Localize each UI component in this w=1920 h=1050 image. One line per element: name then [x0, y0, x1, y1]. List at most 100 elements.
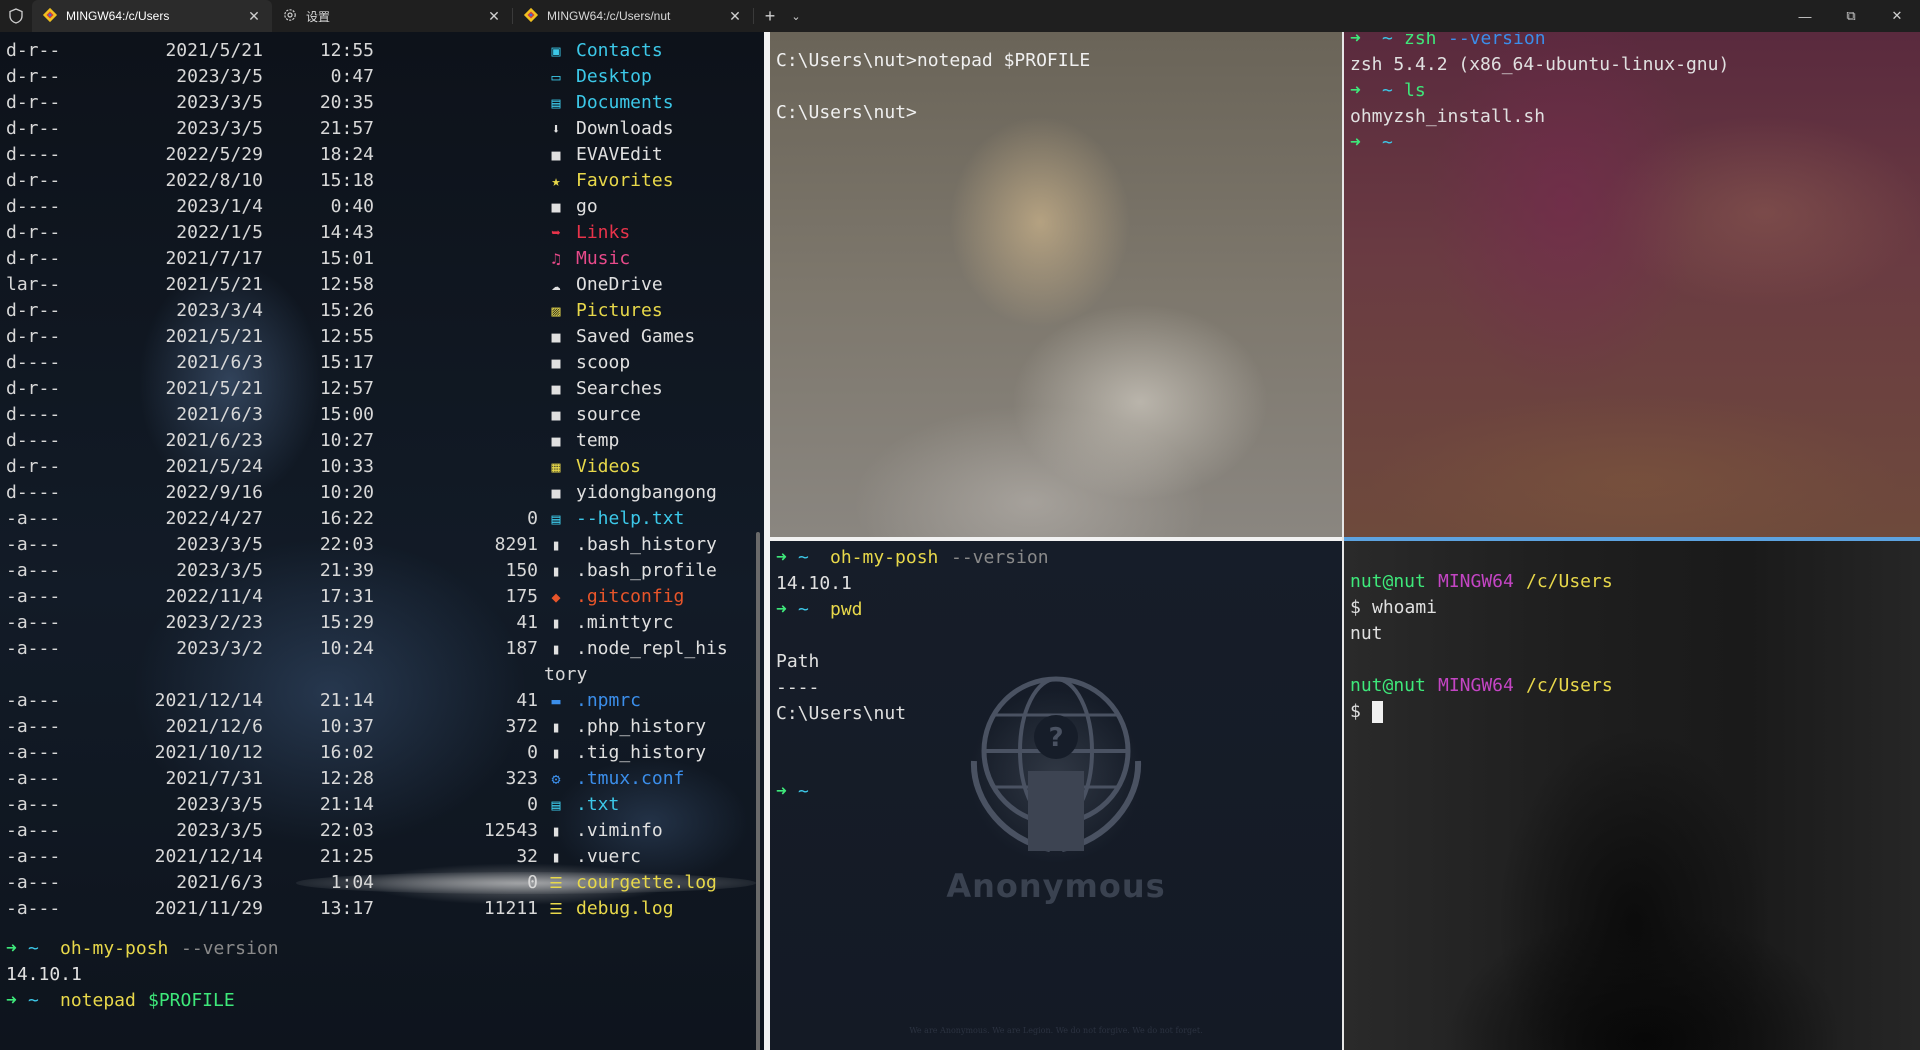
file-name: .bash_profile	[576, 560, 717, 581]
close-icon[interactable]: ✕	[246, 8, 262, 25]
prompt-line: ➜ ~ zsh --version	[1350, 32, 1914, 52]
terminal-pane-left[interactable]: d-r-- 2021/5/21 12:55 ▣ Contacts d-r-- 2023/3/…	[0, 32, 764, 1050]
file-name: Music	[576, 248, 631, 269]
prompt-user: nut@nut	[1350, 675, 1426, 696]
date-cell: 2022/1/5	[176, 222, 263, 243]
powershell-output: ➜ ~ oh-my-posh --version 14.10.1 ➜ ~ pwd…	[776, 545, 1336, 1050]
command-line[interactable]: $	[1350, 699, 1914, 725]
prompt-home: ~	[1382, 32, 1393, 49]
prompt-arrow: ➜	[1350, 132, 1361, 153]
prompt-symbol: $	[1350, 701, 1361, 722]
close-icon[interactable]: ✕	[727, 8, 743, 25]
command-text: oh-my-posh	[60, 938, 169, 959]
list-item: -a--- 2023/3/5 21:39 150 ▮ .bash_profile	[6, 558, 758, 584]
date-cell: 2021/12/14	[154, 846, 263, 867]
list-item: d---- 2021/6/3 15:17 ■ scoop	[6, 350, 758, 376]
output-line: C:\Users\nut>	[776, 102, 917, 123]
file-icon: ▮	[551, 640, 561, 658]
list-item: -a--- 2021/12/14 21:14 41 ▬ .npmrc	[6, 688, 758, 714]
mode-cell: -a---	[6, 742, 61, 763]
list-item: lar-- 2021/5/21 12:58 ☁ OneDrive	[6, 272, 758, 298]
output-line: zsh 5.4.2 (x86_64-ubuntu-linux-gnu)	[1350, 52, 1914, 78]
size-cell: 12543	[483, 820, 538, 841]
time-cell: 15:18	[319, 170, 374, 191]
time-cell: 22:03	[319, 820, 374, 841]
text-cursor	[1372, 701, 1383, 723]
close-icon[interactable]: ✕	[486, 8, 502, 25]
mode-cell: d----	[6, 352, 61, 373]
prompt-line: ➜ ~ notepad $PROFILE	[6, 988, 758, 1014]
close-window-button[interactable]: ✕	[1874, 0, 1920, 32]
prompt-line: ➜ ~ ls	[1350, 78, 1914, 104]
date-cell: 2021/5/24	[165, 456, 263, 477]
prompt-line: ➜ ~	[1350, 130, 1914, 156]
output-line: nut	[1350, 621, 1914, 647]
size-cell: 0	[527, 742, 538, 763]
time-cell: 17:31	[319, 586, 374, 607]
prompt-arrow: ➜	[1350, 32, 1361, 49]
time-cell: 15:29	[319, 612, 374, 633]
tab-dropdown-button[interactable]: ⌄	[786, 0, 806, 32]
output-line: Path	[776, 649, 1336, 675]
command-argument: --version	[1448, 32, 1546, 49]
size-cell: 11211	[483, 898, 538, 919]
desktop-icon: ▭	[551, 68, 561, 86]
shield-icon[interactable]	[0, 0, 32, 32]
file-name: .minttyrc	[576, 612, 674, 633]
maximize-button[interactable]: ⧉	[1828, 0, 1874, 32]
file-icon: ▮	[551, 718, 561, 736]
gear-icon	[282, 7, 298, 26]
text-file-icon: ▤	[551, 796, 561, 814]
minimize-button[interactable]: —	[1782, 0, 1828, 32]
size-cell: 175	[505, 586, 538, 607]
folder-icon: ■	[551, 328, 561, 346]
mode-cell: d----	[6, 144, 61, 165]
output-line: ----	[776, 675, 1336, 701]
command-text: ls	[1404, 80, 1426, 101]
date-cell: 2021/6/23	[165, 430, 263, 451]
date-cell: 2023/3/5	[176, 92, 263, 113]
command-text: notepad	[60, 990, 136, 1011]
prompt-arrow: ➜	[1350, 80, 1361, 101]
mode-cell: d-r--	[6, 326, 61, 347]
prompt-arrow: ➜	[776, 781, 787, 802]
tab-bar: MINGW64:/c/Users ✕ 设置 ✕ MINGW64:/c/Users…	[0, 0, 1920, 32]
list-item: d-r-- 2021/7/17 15:01 ♫ Music	[6, 246, 758, 272]
time-cell: 16:22	[319, 508, 374, 529]
terminal-pane-powershell[interactable]: ? Anonymous We are Anonymous. We are Leg…	[770, 541, 1342, 1050]
list-item: -a--- 2021/10/12 16:02 0 ▮ .tig_history	[6, 740, 758, 766]
tab-title: MINGW64:/c/Users	[66, 9, 170, 23]
file-name: Downloads	[576, 118, 674, 139]
tab-mingw64-users[interactable]: MINGW64:/c/Users ✕	[32, 0, 272, 32]
prompt-arrow: ➜	[6, 990, 17, 1011]
tab-mingw64-users-nut[interactable]: MINGW64:/c/Users/nut ✕	[513, 0, 753, 32]
prompt-dir: /c/Users	[1526, 675, 1613, 696]
command-line: $ whoami	[1350, 595, 1914, 621]
time-cell: 21:39	[319, 560, 374, 581]
table-header: Path	[776, 651, 820, 672]
date-cell: 2021/5/21	[165, 378, 263, 399]
terminal-pane-cmd[interactable]: C:\Users\nut>notepad $PROFILE C:\Users\n…	[770, 32, 1342, 537]
terminal-pane-gitbash[interactable]: nut@nut MINGW64 /c/Users $ whoami nut nu…	[1344, 541, 1920, 1050]
mode-cell: -a---	[6, 560, 61, 581]
prompt-user: nut@nut	[1350, 571, 1426, 592]
new-tab-button[interactable]: +	[754, 0, 786, 32]
list-item: d-r-- 2021/5/21 12:55 ■ Saved Games	[6, 324, 758, 350]
title-drag-area[interactable]	[806, 0, 1782, 32]
prompt-home: ~	[798, 547, 809, 568]
size-cell: 32	[516, 846, 538, 867]
file-name: Saved Games	[576, 326, 696, 347]
size-cell: 372	[505, 716, 538, 737]
tab-settings[interactable]: 设置 ✕	[272, 0, 512, 32]
list-item: -a--- 2021/6/3 1:04 0 ☰ courgette.log	[6, 870, 758, 896]
file-name: Searches	[576, 378, 663, 399]
contacts-icon: ▣	[551, 42, 561, 60]
prompt-line: nut@nut MINGW64 /c/Users	[1350, 673, 1914, 699]
favorites-folder-icon: ★	[551, 172, 561, 190]
mode-cell: -a---	[6, 846, 61, 867]
time-cell: 20:35	[319, 92, 374, 113]
scrollbar[interactable]	[756, 532, 760, 1050]
terminal-pane-zsh[interactable]: ➜ ~ zsh --version zsh 5.4.2 (x86_64-ubun…	[1344, 32, 1920, 537]
